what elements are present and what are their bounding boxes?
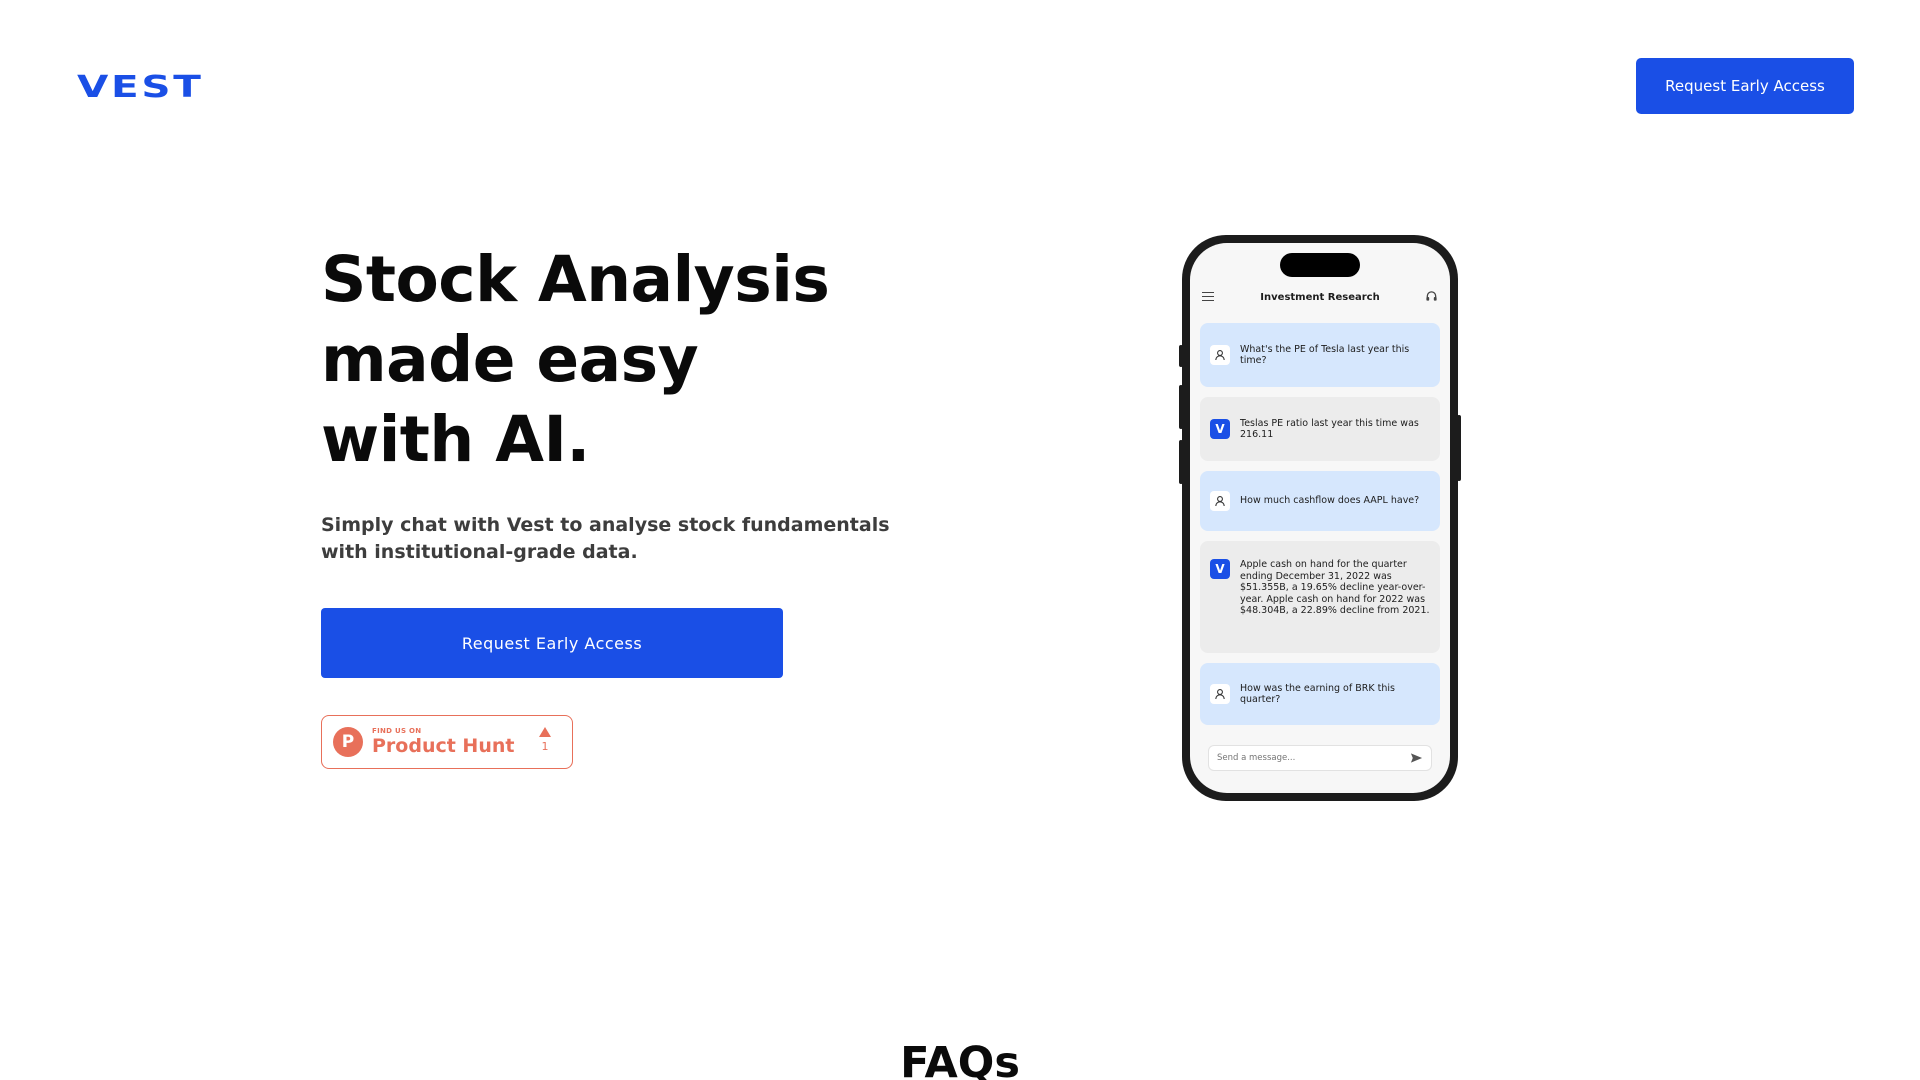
phone-side-button bbox=[1457, 415, 1461, 481]
message-input[interactable] bbox=[1217, 753, 1410, 763]
chat-message-text: What's the PE of Tesla last year this ti… bbox=[1240, 343, 1410, 367]
product-hunt-text: FIND US ON Product Hunt bbox=[372, 727, 514, 757]
chat-message-text: How much cashflow does AAPL have? bbox=[1240, 495, 1420, 507]
user-avatar-icon bbox=[1210, 345, 1230, 365]
chat-message-user: What's the PE of Tesla last year this ti… bbox=[1200, 323, 1440, 387]
vest-bot-avatar: V bbox=[1210, 419, 1230, 439]
product-hunt-vote-count: 1 bbox=[541, 740, 549, 753]
product-hunt-icon: P bbox=[333, 727, 363, 757]
chat-thread: What's the PE of Tesla last year this ti… bbox=[1200, 323, 1440, 735]
hamburger-menu-icon[interactable] bbox=[1202, 292, 1214, 301]
vest-bot-avatar: V bbox=[1210, 559, 1230, 579]
message-composer bbox=[1208, 745, 1432, 771]
faq-heading: FAQs bbox=[900, 1038, 1020, 1080]
phone-mockup: Investment Research What's the PE of Tes… bbox=[1179, 235, 1461, 801]
phone-side-button bbox=[1179, 385, 1183, 429]
chat-message-user: How much cashflow does AAPL have? bbox=[1200, 471, 1440, 531]
product-hunt-name: Product Hunt bbox=[372, 735, 515, 757]
chat-message-user: How was the earning of BRK this quarter? bbox=[1200, 663, 1440, 725]
product-hunt-badge[interactable]: P FIND US ON Product Hunt 1 bbox=[321, 715, 573, 769]
phone-side-button bbox=[1179, 345, 1183, 367]
hero-title-line-1: Stock Analysis bbox=[321, 243, 830, 316]
hero-request-access-button[interactable]: Request Early Access bbox=[321, 608, 783, 678]
app-bar: Investment Research bbox=[1190, 285, 1450, 309]
support-agent-icon[interactable] bbox=[1425, 290, 1438, 303]
chat-message-text: Teslas PE ratio last year this time was … bbox=[1240, 417, 1419, 441]
chat-message-text: How was the earning of BRK this quarter? bbox=[1240, 682, 1395, 706]
phone-side-button bbox=[1179, 440, 1183, 484]
app-title: Investment Research bbox=[1260, 291, 1380, 303]
vest-logo[interactable]: VEST bbox=[77, 70, 204, 105]
hero-title: Stock Analysis made easy with AI. bbox=[321, 240, 881, 480]
chat-message-text: Apple cash on hand for the quarter endin… bbox=[1240, 559, 1430, 616]
upvote-arrow-icon bbox=[539, 727, 551, 737]
chat-message-bot: V Teslas PE ratio last year this time wa… bbox=[1200, 397, 1440, 461]
hero-title-line-2: made easy bbox=[321, 323, 699, 396]
user-avatar-icon bbox=[1210, 491, 1230, 511]
header-request-access-button[interactable]: Request Early Access bbox=[1636, 58, 1854, 114]
send-icon[interactable] bbox=[1410, 752, 1423, 764]
hero-subtitle: Simply chat with Vest to analyse stock f… bbox=[321, 514, 890, 563]
hero-title-line-3: with AI. bbox=[321, 403, 590, 476]
chat-message-bot: V Apple cash on hand for the quarter end… bbox=[1200, 541, 1440, 653]
product-hunt-small-label: FIND US ON bbox=[372, 727, 422, 735]
dynamic-island bbox=[1280, 253, 1360, 277]
phone-screen: Investment Research What's the PE of Tes… bbox=[1190, 243, 1450, 793]
user-avatar-icon bbox=[1210, 684, 1230, 704]
product-hunt-votes: 1 bbox=[539, 727, 551, 753]
